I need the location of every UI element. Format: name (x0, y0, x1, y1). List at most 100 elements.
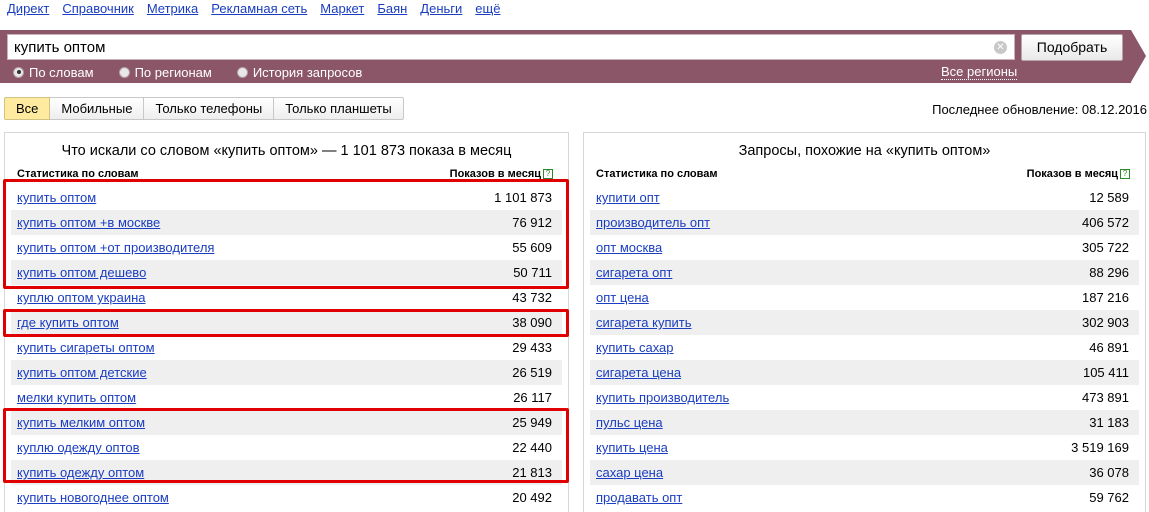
phrase-link[interactable]: купить сахар (596, 335, 674, 360)
phrase-link[interactable]: купить новогоднее оптом (17, 485, 169, 510)
clear-icon[interactable]: ✕ (994, 41, 1007, 54)
phrase-link[interactable]: купить производитель (596, 385, 729, 410)
pick-button[interactable]: Подобрать (1021, 34, 1123, 61)
phrase-link[interactable]: продавать опт (596, 485, 682, 510)
phrase-link[interactable]: купити опт (596, 185, 660, 210)
table-row: купить производитель 473 891 (590, 385, 1139, 410)
count-column-header: Показов в месяц? (450, 168, 553, 180)
table-row: сигарета купить 302 903 (590, 310, 1139, 335)
phrase-link[interactable]: купить оптом +в москве (17, 210, 160, 235)
radio-selected-icon (13, 66, 24, 78)
phrase-link[interactable]: куплю оптом украина (17, 285, 146, 310)
phrase-link[interactable]: купить оптом +от производителя (17, 235, 214, 260)
table-row: купить сахар 46 891 (590, 335, 1139, 360)
impressions-count: 22 440 (512, 440, 552, 455)
phrase-column-header: Статистика по словам (17, 168, 139, 180)
phrase-link[interactable]: купить сигареты оптом (17, 335, 155, 360)
mode-history[interactable]: История запросов (236, 64, 363, 80)
tab-phones-only[interactable]: Только телефоны (144, 97, 275, 120)
impressions-count: 305 722 (1082, 240, 1129, 255)
phrase-link[interactable]: производитель опт (596, 210, 710, 235)
impressions-count: 12 589 (1089, 190, 1129, 205)
nav-link-money[interactable]: Деньги (420, 1, 462, 17)
phrase-link[interactable]: куплю одежду оптов (17, 435, 140, 460)
last-updated: Последнее обновление: 08.12.2016 (932, 102, 1147, 117)
search-mode-group: По словам По регионам История запросов (13, 64, 387, 80)
search-band-arrow (1131, 30, 1146, 82)
phrase-link[interactable]: купить оптом (17, 185, 96, 210)
help-icon[interactable]: ? (543, 169, 553, 179)
top-navigation: Директ Справочник Метрика Рекламная сеть… (7, 1, 513, 17)
table-row: продавать опт 59 762 (590, 485, 1139, 510)
mode-by-regions-label: По регионам (134, 64, 212, 80)
mode-by-words[interactable]: По словам (13, 65, 94, 80)
table-row: купить сигареты оптом 29 433 (11, 335, 562, 360)
impressions-count: 29 433 (512, 340, 552, 355)
nav-link-metrika[interactable]: Метрика (147, 1, 198, 17)
impressions-count: 406 572 (1082, 215, 1129, 230)
help-icon[interactable]: ? (1120, 169, 1130, 179)
impressions-count: 36 078 (1089, 465, 1129, 480)
mode-history-label: История запросов (252, 64, 363, 80)
phrase-link[interactable]: купить одежду оптом (17, 460, 144, 485)
table-row: сигарета опт 88 296 (590, 260, 1139, 285)
table-row: опт цена 187 216 (590, 285, 1139, 310)
phrase-link[interactable]: сигарета купить (596, 310, 692, 335)
table-row: купить цена 3 519 169 (590, 435, 1139, 460)
impressions-count: 302 903 (1082, 315, 1129, 330)
phrase-link[interactable]: сигарета опт (596, 260, 672, 285)
phrase-link[interactable]: пульс цена (596, 410, 663, 435)
impressions-count: 25 949 (512, 415, 552, 430)
impressions-count: 105 411 (1082, 365, 1129, 380)
table-row: купить оптом +в москве 76 912 (11, 210, 562, 235)
phrase-link[interactable]: опт москва (596, 235, 662, 260)
phrase-link[interactable]: сигарета цена (596, 360, 681, 385)
nav-link-market[interactable]: Маркет (320, 1, 364, 17)
table-row: опт москва 305 722 (590, 235, 1139, 260)
phrase-link[interactable]: опт цена (596, 285, 649, 310)
nav-link-spravochnik[interactable]: Справочник (62, 1, 134, 17)
phrase-link[interactable]: купить мелким оптом (17, 410, 145, 435)
phrase-link[interactable]: купить оптом дешево (17, 260, 146, 285)
impressions-count: 88 296 (1089, 265, 1129, 280)
nav-link-bayan[interactable]: Баян (377, 1, 407, 17)
impressions-count: 187 216 (1082, 290, 1129, 305)
table-row: мелки купить оптом 26 117 (11, 385, 562, 410)
nav-link-ad-network[interactable]: Рекламная сеть (211, 1, 307, 17)
stats-table: купити опт 12 589 производитель опт 406 572… (590, 185, 1139, 510)
tab-mobile[interactable]: Мобильные (50, 97, 145, 120)
nav-link-more[interactable]: ещё (475, 1, 500, 17)
phrase-link[interactable]: где купить оптом (17, 310, 119, 335)
phrase-column-header: Статистика по словам (596, 168, 718, 180)
phrase-link[interactable]: мелки купить оптом (17, 385, 136, 410)
nav-link-direct[interactable]: Директ (7, 1, 49, 17)
column-header: Статистика по словам Показов в месяц? (17, 168, 553, 182)
impressions-count: 1 101 873 (494, 190, 552, 205)
tab-tablets-only[interactable]: Только планшеты (274, 97, 404, 120)
radio-icon (236, 66, 248, 78)
phrase-link[interactable]: сахар цена (596, 460, 663, 485)
impressions-count: 473 891 (1082, 390, 1129, 405)
impressions-count: 46 891 (1089, 340, 1129, 355)
table-row: купить новогоднее оптом 20 492 (11, 485, 562, 510)
impressions-count: 50 711 (513, 265, 552, 280)
all-regions-link[interactable]: Все регионы (941, 64, 1018, 80)
impressions-count: 76 912 (512, 215, 552, 230)
count-column-label: Показов в месяц (449, 168, 541, 180)
table-row: купить одежду оптом 21 813 (11, 460, 562, 485)
impressions-count: 21 813 (512, 465, 552, 480)
mode-by-regions[interactable]: По регионам (118, 64, 212, 80)
impressions-count: 26 519 (512, 365, 552, 380)
search-input[interactable] (8, 35, 978, 59)
impressions-count: 26 117 (513, 390, 552, 405)
phrase-link[interactable]: купить оптом детские (17, 360, 147, 385)
impressions-count: 59 762 (1089, 490, 1129, 505)
mode-by-words-label: По словам (29, 64, 94, 80)
panel-title: Что искали со словом «купить оптом» — 1 … (61, 143, 512, 159)
panel-title: Запросы, похожие на «купить оптом» (738, 143, 991, 159)
table-row: купить оптом дешево 50 711 (11, 260, 562, 285)
tab-all[interactable]: Все (4, 97, 51, 120)
table-row: где купить оптом 38 090 (11, 310, 562, 335)
phrase-link[interactable]: купить цена (596, 435, 668, 460)
impressions-count: 55 609 (512, 240, 552, 255)
